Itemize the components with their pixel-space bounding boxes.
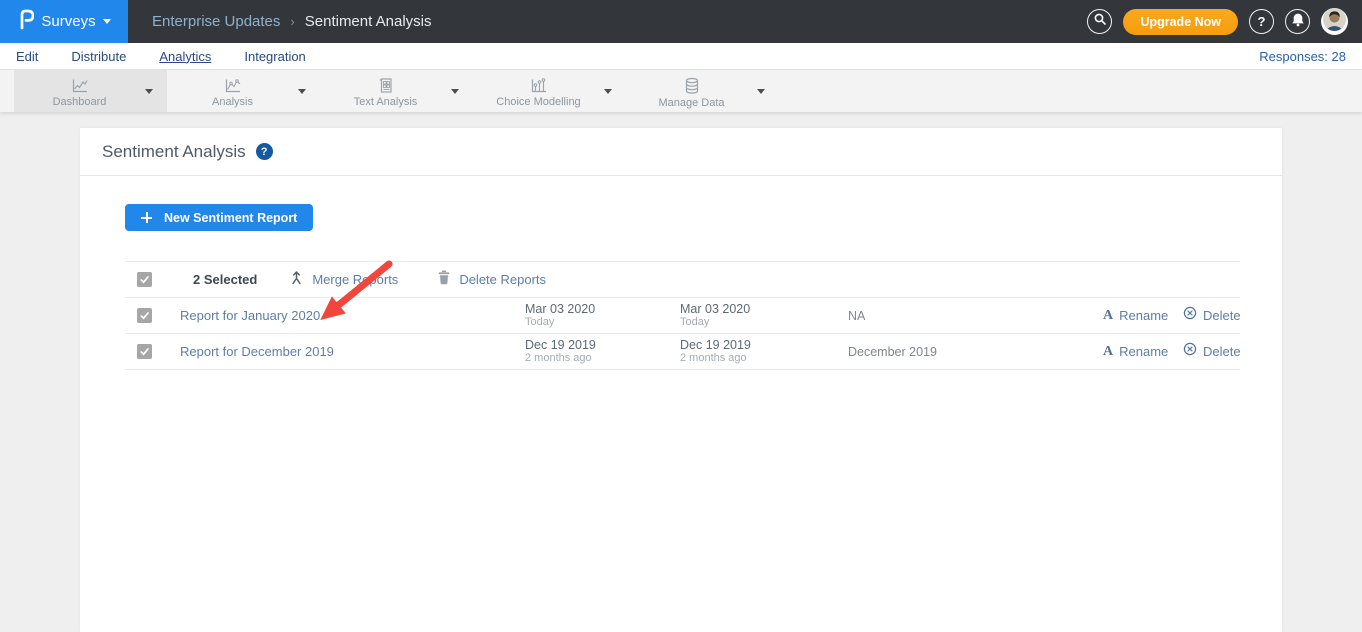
modified-date-relative: 2 months ago bbox=[680, 352, 848, 365]
chevron-down-icon[interactable] bbox=[298, 89, 306, 94]
row-checkbox[interactable] bbox=[137, 344, 152, 359]
proprofs-logo-icon bbox=[17, 7, 34, 36]
selected-count: 2 Selected bbox=[193, 272, 257, 287]
delete-reports-button[interactable]: Delete Reports bbox=[438, 270, 546, 290]
circle-x-icon bbox=[1183, 306, 1197, 325]
help-button[interactable]: ? bbox=[1249, 9, 1274, 34]
toolbar-item-text-analysis[interactable]: Text Analysis bbox=[320, 70, 473, 112]
breadcrumb-current-page: Sentiment Analysis bbox=[305, 13, 432, 30]
product-switcher[interactable]: Surveys bbox=[0, 0, 128, 43]
check-icon bbox=[139, 274, 150, 285]
merge-icon bbox=[290, 270, 303, 290]
question-mark-icon: ? bbox=[1258, 14, 1266, 29]
toolbar-label: Manage Data bbox=[658, 97, 724, 109]
merge-reports-label: Merge Reports bbox=[312, 272, 398, 287]
tab-distribute[interactable]: Distribute bbox=[71, 49, 126, 64]
report-label: NA bbox=[848, 309, 1103, 323]
database-icon bbox=[683, 77, 701, 95]
report-label: December 2019 bbox=[848, 345, 1103, 359]
check-icon bbox=[139, 310, 150, 321]
report-name-link[interactable]: Report for December 2019 bbox=[180, 344, 525, 359]
delete-reports-label: Delete Reports bbox=[459, 272, 546, 287]
tab-edit[interactable]: Edit bbox=[16, 49, 38, 64]
new-report-label: New Sentiment Report bbox=[164, 211, 297, 225]
page-background: Sentiment Analysis ? New Sentiment Repor… bbox=[0, 112, 1362, 632]
title-help-icon[interactable]: ? bbox=[256, 143, 273, 160]
modified-date-relative: Today bbox=[680, 316, 848, 329]
user-avatar[interactable] bbox=[1321, 8, 1348, 35]
rename-button[interactable]: A Rename bbox=[1103, 344, 1183, 360]
trash-icon bbox=[438, 270, 450, 290]
plus-icon bbox=[141, 212, 152, 223]
delete-button[interactable]: Delete bbox=[1183, 306, 1241, 325]
toolbar-label: Dashboard bbox=[53, 96, 107, 108]
rename-button[interactable]: A Rename bbox=[1103, 308, 1183, 324]
delete-button[interactable]: Delete bbox=[1183, 342, 1241, 361]
table-row: Report for January 2020 Mar 03 2020 Toda… bbox=[125, 298, 1240, 334]
rename-icon: A bbox=[1103, 344, 1113, 360]
page-title: Sentiment Analysis bbox=[102, 142, 246, 162]
modified-date: Dec 19 2019 bbox=[680, 338, 848, 352]
check-icon bbox=[139, 346, 150, 357]
toolbar-item-analysis[interactable]: Analysis bbox=[167, 70, 320, 112]
reports-table: 2 Selected Merge Reports bbox=[125, 261, 1240, 370]
toolbar-label: Text Analysis bbox=[354, 96, 418, 108]
sentiment-analysis-card: Sentiment Analysis ? New Sentiment Repor… bbox=[80, 128, 1282, 632]
rename-label: Rename bbox=[1119, 308, 1168, 323]
top-header: Surveys Enterprise Updates › Sentiment A… bbox=[0, 0, 1362, 43]
responses-count[interactable]: Responses: 28 bbox=[1259, 49, 1346, 64]
report-name-link[interactable]: Report for January 2020 bbox=[180, 308, 525, 323]
chevron-down-icon[interactable] bbox=[604, 89, 612, 94]
table-row: Report for December 2019 Dec 19 2019 2 m… bbox=[125, 334, 1240, 370]
dot-bar-chart-icon bbox=[530, 77, 548, 94]
document-grid-icon bbox=[378, 77, 394, 94]
chevron-down-icon[interactable] bbox=[145, 89, 153, 94]
bulk-actions-row: 2 Selected Merge Reports bbox=[125, 261, 1240, 298]
bell-icon bbox=[1291, 12, 1305, 32]
created-date: Mar 03 2020 bbox=[525, 302, 680, 316]
created-date-relative: Today bbox=[525, 316, 680, 329]
created-date-relative: 2 months ago bbox=[525, 352, 680, 365]
line-chart-icon bbox=[71, 77, 89, 94]
created-date: Dec 19 2019 bbox=[525, 338, 680, 352]
toolbar-label: Choice Modelling bbox=[496, 96, 580, 108]
notifications-button[interactable] bbox=[1285, 9, 1310, 34]
analytics-toolbar: Dashboard Analysis bbox=[0, 70, 1362, 112]
new-sentiment-report-button[interactable]: New Sentiment Report bbox=[125, 204, 313, 231]
search-icon bbox=[1093, 12, 1107, 31]
header-actions: Upgrade Now ? bbox=[1087, 8, 1362, 35]
tab-integration[interactable]: Integration bbox=[244, 49, 305, 64]
survey-tab-bar: Edit Distribute Analytics Integration Re… bbox=[0, 43, 1362, 70]
delete-label: Delete bbox=[1203, 344, 1241, 359]
breadcrumb-survey-name[interactable]: Enterprise Updates bbox=[152, 13, 280, 30]
chevron-down-icon[interactable] bbox=[757, 89, 765, 94]
row-checkbox[interactable] bbox=[137, 308, 152, 323]
toolbar-item-manage-data[interactable]: Manage Data bbox=[626, 70, 779, 112]
delete-label: Delete bbox=[1203, 308, 1241, 323]
product-name: Surveys bbox=[41, 13, 95, 30]
merge-reports-button[interactable]: Merge Reports bbox=[290, 270, 398, 290]
search-button[interactable] bbox=[1087, 9, 1112, 34]
modified-date: Mar 03 2020 bbox=[680, 302, 848, 316]
toolbar-label: Analysis bbox=[212, 96, 253, 108]
tab-analytics[interactable]: Analytics bbox=[159, 49, 211, 64]
rename-icon: A bbox=[1103, 308, 1113, 324]
toolbar-item-choice-modelling[interactable]: Choice Modelling bbox=[473, 70, 626, 112]
rename-label: Rename bbox=[1119, 344, 1168, 359]
chevron-down-icon[interactable] bbox=[451, 89, 459, 94]
toolbar-item-dashboard[interactable]: Dashboard bbox=[14, 70, 167, 112]
upgrade-now-button[interactable]: Upgrade Now bbox=[1123, 9, 1238, 35]
breadcrumb-separator: › bbox=[290, 14, 294, 29]
chevron-down-icon bbox=[103, 19, 111, 24]
avatar-photo bbox=[1322, 7, 1347, 37]
select-all-checkbox[interactable] bbox=[137, 272, 152, 287]
circle-x-icon bbox=[1183, 342, 1197, 361]
breadcrumb: Enterprise Updates › Sentiment Analysis bbox=[152, 13, 431, 30]
scatter-chart-icon bbox=[224, 77, 242, 94]
